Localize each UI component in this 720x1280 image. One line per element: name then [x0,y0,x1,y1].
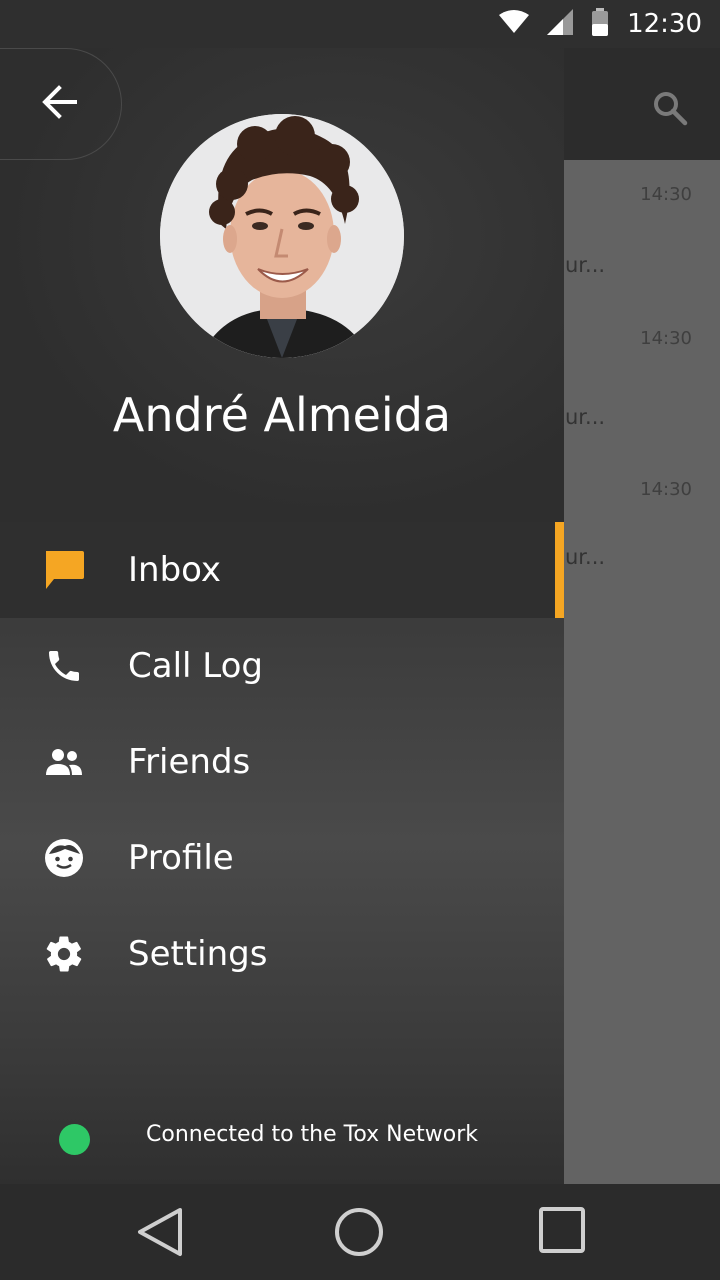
connection-status-text: Connected to the Tox Network [146,1122,478,1147]
conversation-snippet: ur... [565,253,606,277]
people-icon [40,738,88,786]
status-time: 12:30 [627,9,702,39]
recents-square-icon[interactable] [538,1206,586,1259]
conversation-time: 14:30 [640,328,692,349]
system-nav-bar [0,1184,720,1280]
profile-name: André Almeida [112,388,452,442]
connection-status-dot [59,1124,90,1155]
avatar[interactable] [160,114,404,358]
nav-item-label: Call Log [128,646,264,686]
search-icon[interactable] [652,90,688,131]
conversation-snippet: ur... [565,545,606,569]
gear-icon [40,930,88,978]
nav-item-label: Profile [128,838,234,878]
nav-item-call-log[interactable]: Call Log [0,618,564,714]
nav-item-profile[interactable]: Profile [0,810,564,906]
conversation-snippet: ur... [565,405,606,429]
conversation-time: 14:30 [640,184,692,205]
signal-icon [547,8,574,40]
nav-item-friends[interactable]: Friends [0,714,564,810]
conversation-time: 14:30 [640,479,692,500]
back-button[interactable] [0,48,122,160]
phone-icon [40,642,88,690]
active-indicator [555,522,564,618]
arrow-back-icon [41,84,77,125]
navigation-drawer: André Almeida Inbox Call Log Friends Pro… [0,48,564,1184]
back-triangle-icon[interactable] [136,1206,184,1263]
nav-item-label: Settings [128,934,268,974]
nav-item-label: Friends [128,742,251,782]
battery-icon [591,7,609,41]
face-icon [40,834,88,882]
home-circle-icon[interactable] [333,1206,385,1263]
nav-item-label: Inbox [128,550,222,590]
wifi-icon [499,9,530,40]
nav-item-settings[interactable]: Settings [0,906,564,1002]
status-bar: 12:30 [0,0,720,48]
chat-bubble-icon [40,546,88,594]
nav-item-inbox[interactable]: Inbox [0,522,564,618]
